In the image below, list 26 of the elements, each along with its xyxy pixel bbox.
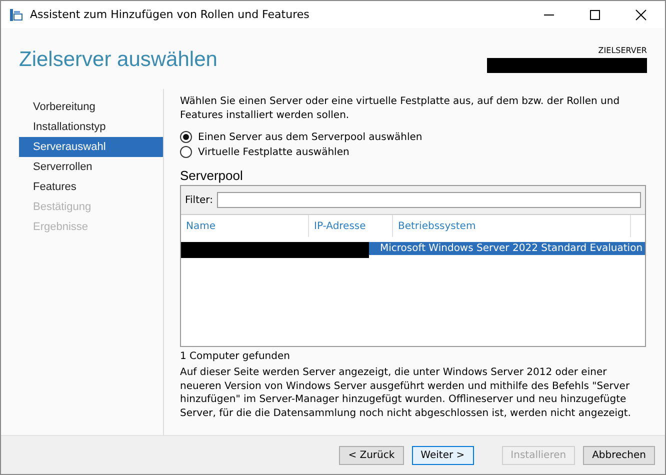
close-icon[interactable] <box>635 8 647 20</box>
sidebar-item[interactable]: Vorbereitung <box>19 97 163 117</box>
wizard-button[interactable]: < Zurück <box>339 446 404 464</box>
sidebar-item[interactable]: Features <box>19 177 163 197</box>
table-cell[interactable]: Microsoft Windows Server 2022 Standard Evaluation <box>369 242 645 255</box>
maximize-icon[interactable] <box>589 8 601 20</box>
filter-label: Filter: <box>185 194 213 206</box>
result-count: 1 Computer gefunden <box>180 351 291 362</box>
page-title: Zielserver auswählen <box>19 48 218 73</box>
info-text: Auf dieser Seite werden Server angezeigt, die unter Windows Server 2012 oder einer neueren Version von Windows Server ausgeführt werden und mithilfe des Befehls "Server hinzufügen" im Server-Manager hinzugefügt wurden. Offlineserver und neu hinzugefügte Server, für die die Datensammlung noch nicht abgeschlossen ist, werden nicht angezeigt. <box>180 366 632 420</box>
column-header[interactable]: Name <box>181 215 309 237</box>
sidebar-item[interactable]: Serverrollen <box>19 157 163 177</box>
column-header[interactable]: IP-Adresse <box>309 215 393 237</box>
intro-text: Wählen Sie einen Server oder eine virtuelle Festplatte aus, auf dem bzw. der Rollen und Features installiert werden sollen. <box>180 95 621 123</box>
column-header[interactable]: Betriebssystem <box>393 215 631 237</box>
wizard-button[interactable]: Weiter > <box>412 446 474 464</box>
radio-option[interactable]: Einen Server aus dem Serverpool auswählen <box>180 131 646 143</box>
app-icon <box>9 8 23 22</box>
target-server-label: ZIELSERVER <box>598 46 647 55</box>
sidebar-item[interactable]: Installationstyp <box>19 117 163 137</box>
sidebar-item[interactable]: Serverauswahl <box>19 137 163 157</box>
wizard-button[interactable]: Abbrechen <box>583 446 655 464</box>
section-heading: Serverpool <box>180 168 244 183</box>
filter-field[interactable] <box>216 192 641 208</box>
radio-option[interactable]: Virtuelle Festplatte auswählen <box>180 146 646 158</box>
window-title: Assistent zum Hinzufügen von Rollen und Features <box>30 8 310 21</box>
